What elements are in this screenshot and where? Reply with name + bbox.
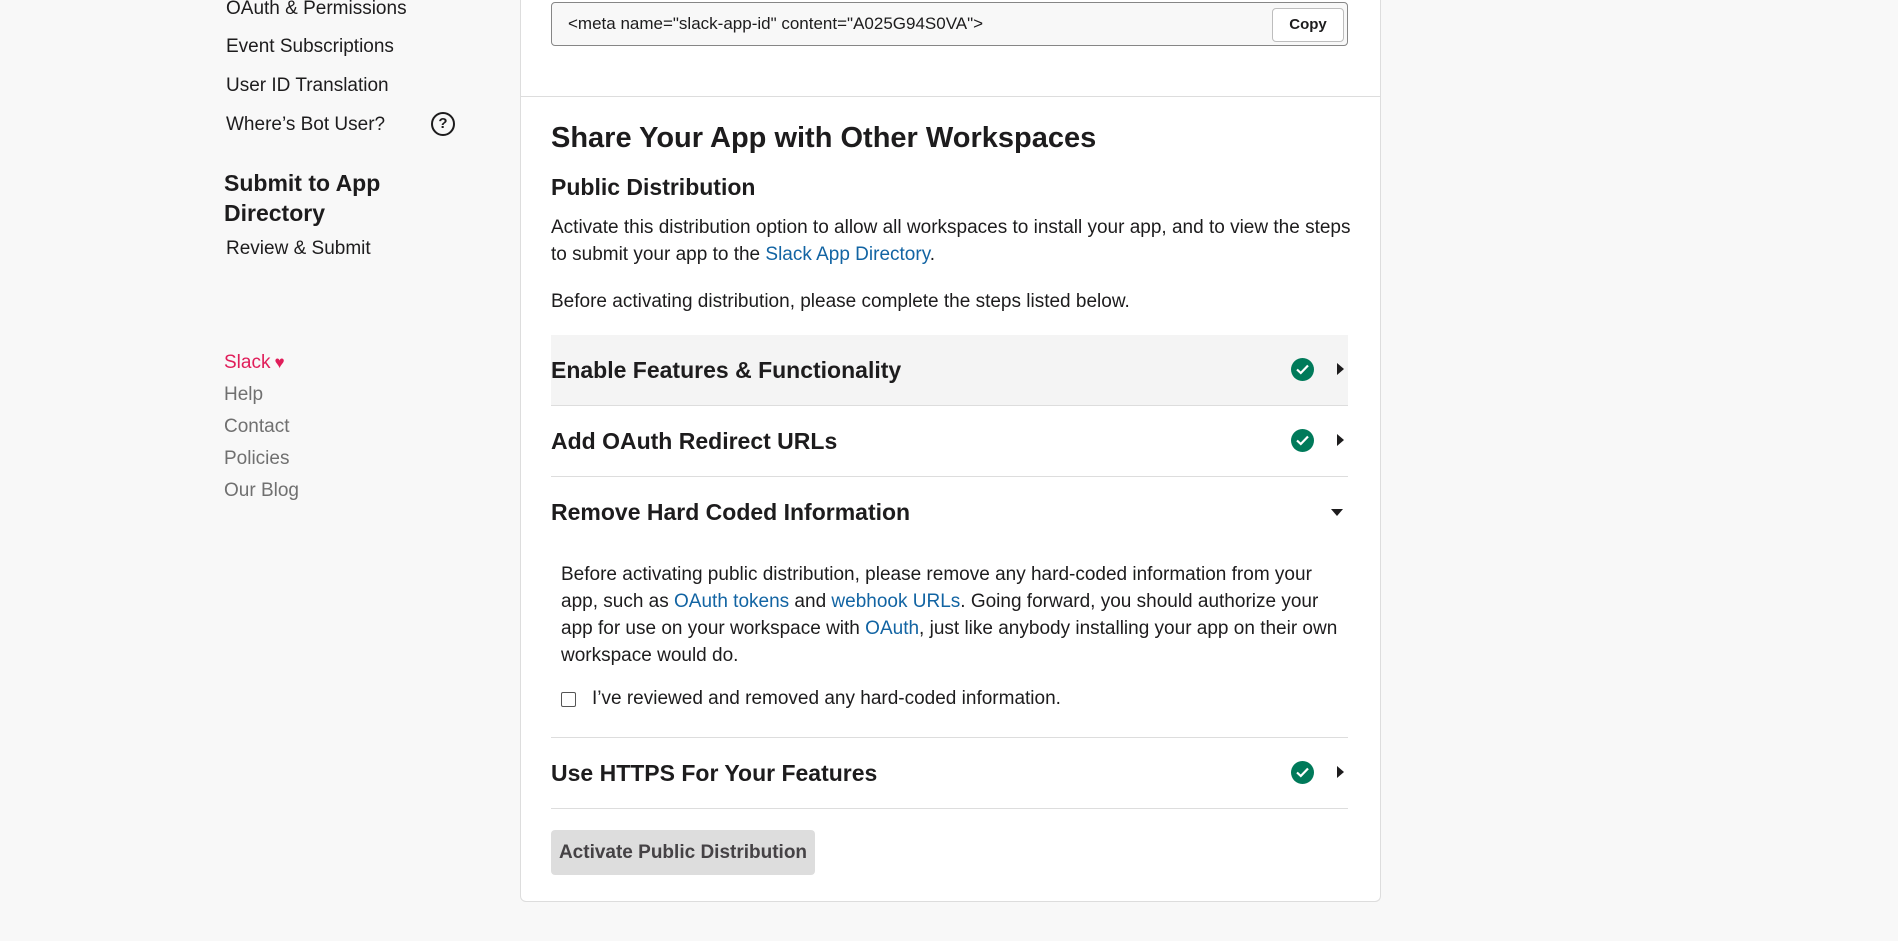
sidebar-item-oauth-permissions[interactable]: OAuth & Permissions (226, 0, 407, 20)
hardcoded-checkbox[interactable] (561, 692, 576, 707)
copy-button[interactable]: Copy (1272, 8, 1344, 42)
meta-tag-code[interactable]: <meta name="slack-app-id" content="A025G… (568, 14, 983, 34)
slack-app-directory-link[interactable]: Slack App Directory (765, 244, 929, 265)
accordion-oauth-redirect-urls[interactable]: Add OAuth Redirect URLs (551, 406, 1348, 477)
hardcoded-description: Before activating public distribution, p… (561, 561, 1351, 669)
divider (521, 96, 1380, 97)
accordion-use-https[interactable]: Use HTTPS For Your Features (551, 737, 1348, 809)
accordion-title: Remove Hard Coded Information (551, 499, 911, 525)
caret-right-icon (1337, 434, 1344, 446)
sidebar-item-event-subscriptions[interactable]: Event Subscriptions (226, 36, 394, 58)
sidebar-heading-submit: Submit to App Directory (224, 170, 381, 226)
accordion-enable-features[interactable]: Enable Features & Functionality (551, 335, 1348, 406)
distribution-intro: Activate this distribution option to all… (551, 214, 1351, 268)
check-circle-icon (1291, 429, 1314, 452)
meta-tag-field[interactable]: <meta name="slack-app-id" content="A025G… (551, 2, 1348, 46)
accordion-title: Add OAuth Redirect URLs (551, 428, 838, 454)
accordion-remove-hardcoded[interactable]: Remove Hard Coded Information (551, 477, 1348, 547)
footer-slack-label: Slack (224, 352, 271, 373)
sidebar-item-user-id-translation[interactable]: User ID Translation (226, 75, 389, 97)
check-circle-icon (1291, 761, 1314, 784)
webhook-urls-link[interactable]: webhook URLs (831, 591, 960, 612)
caret-right-icon (1337, 766, 1344, 778)
public-distribution-title: Public Distribution (551, 174, 756, 200)
help-icon[interactable]: ? (431, 112, 455, 136)
intro-text: Activate this distribution option to all… (551, 217, 1351, 265)
sidebar-item-label: Where’s Bot User? (226, 114, 386, 135)
sidebar-item-review-submit[interactable]: Review & Submit (226, 238, 371, 260)
caret-right-icon (1337, 363, 1344, 375)
intro-text-end: . (929, 244, 936, 265)
footer-contact-link[interactable]: Contact (224, 416, 289, 438)
section-title: Share Your App with Other Workspaces (551, 122, 1097, 154)
oauth-tokens-link[interactable]: OAuth tokens (674, 591, 789, 612)
accordion-title: Enable Features & Functionality (551, 357, 902, 383)
sidebar-item-wheres-bot-user[interactable]: Where’s Bot User? ? (226, 112, 456, 136)
check-circle-icon (1291, 358, 1314, 381)
caret-down-icon (1331, 509, 1343, 516)
heart-icon: ♥ (274, 353, 285, 372)
footer-policies-link[interactable]: Policies (224, 448, 289, 470)
oauth-link[interactable]: OAuth (865, 618, 919, 639)
footer-slack-link[interactable]: Slack ♥ (224, 352, 285, 374)
footer-blog-link[interactable]: Our Blog (224, 480, 299, 502)
distribution-note: Before activating distribution, please c… (551, 291, 1130, 312)
footer-help-link[interactable]: Help (224, 384, 263, 406)
hardcoded-text: and (789, 591, 832, 612)
activate-public-distribution-button[interactable]: Activate Public Distribution (551, 830, 815, 875)
distribution-card: <meta name="slack-app-id" content="A025G… (520, 0, 1381, 902)
accordion-title: Use HTTPS For Your Features (551, 760, 878, 786)
hardcoded-checkbox-label[interactable]: I’ve reviewed and removed any hard-coded… (592, 688, 1061, 710)
